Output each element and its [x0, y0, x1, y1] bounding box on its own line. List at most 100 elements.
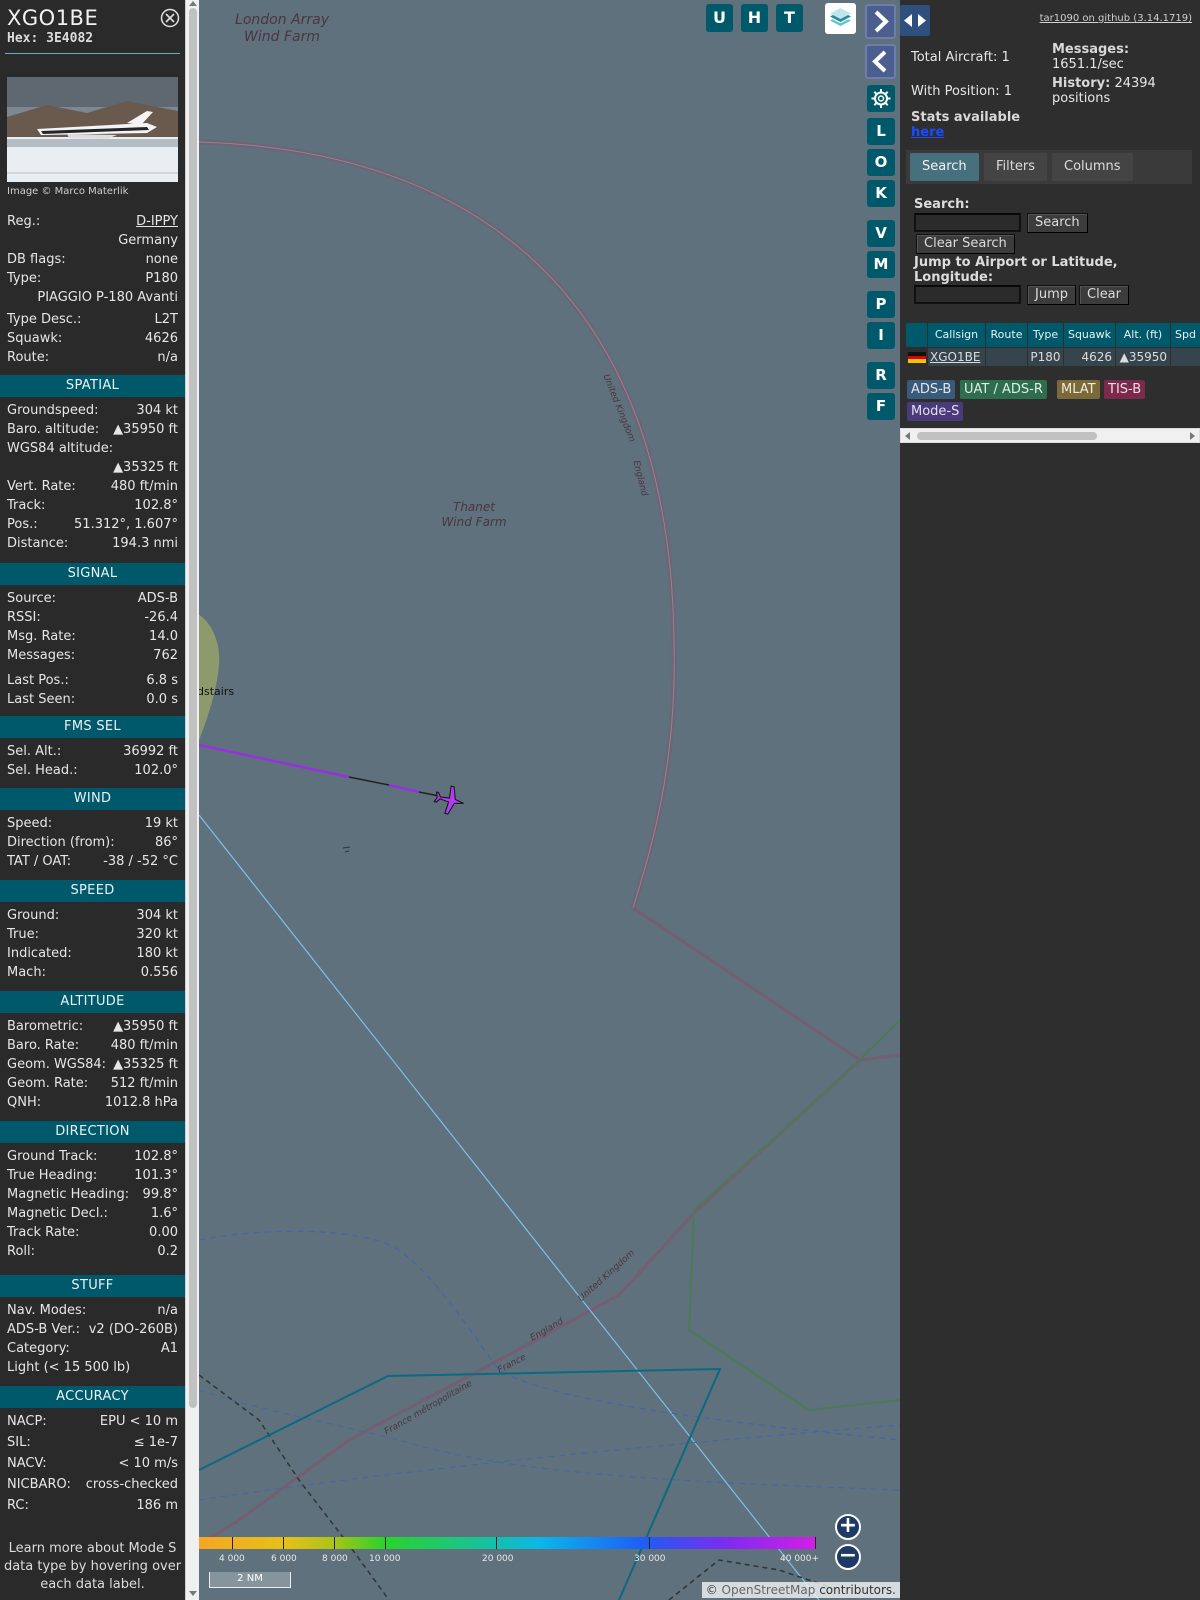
table-horizontal-scrollbar[interactable]: [900, 428, 1200, 443]
toggle-h-button[interactable]: H: [741, 4, 768, 32]
toggle-i-button[interactable]: I: [867, 322, 895, 349]
info-label[interactable]: TAT / OAT:: [7, 853, 71, 871]
info-label[interactable]: DB flags:: [7, 251, 66, 269]
jump-input[interactable]: [914, 285, 1021, 304]
zoom-out-button[interactable]: −: [835, 1544, 861, 1570]
registration-link[interactable]: D-IPPY: [136, 213, 178, 231]
osm-link[interactable]: OpenStreetMap: [722, 1583, 816, 1597]
map-view[interactable]: London Array Wind Farm Thanet Wind Farm …: [199, 0, 900, 1600]
toggle-k-button[interactable]: K: [867, 180, 895, 207]
info-label[interactable]: Baro. Rate:: [7, 1037, 79, 1055]
aircraft-photo[interactable]: [7, 77, 178, 182]
info-label[interactable]: Sel. Alt.:: [7, 743, 61, 761]
table-header-speed[interactable]: Spd: [1171, 323, 1200, 347]
info-label[interactable]: Roll:: [7, 1243, 35, 1261]
info-label[interactable]: Groundspeed:: [7, 402, 98, 420]
info-label[interactable]: Barometric:: [7, 1018, 83, 1036]
info-label[interactable]: Last Pos.:: [7, 672, 69, 690]
info-label[interactable]: True:: [7, 926, 39, 944]
toggle-f-button[interactable]: F: [867, 393, 895, 420]
table-header-type[interactable]: Type: [1028, 323, 1064, 347]
info-label[interactable]: NACP:: [7, 1413, 47, 1431]
info-label[interactable]: Nav. Modes:: [7, 1302, 86, 1320]
table-header-route[interactable]: Route: [986, 323, 1028, 347]
info-label[interactable]: RC:: [7, 1497, 29, 1515]
info-label[interactable]: RSSI:: [7, 609, 41, 627]
info-label[interactable]: SIL:: [7, 1434, 31, 1452]
info-label[interactable]: Baro. altitude:: [7, 421, 99, 439]
toggle-r-button[interactable]: R: [867, 362, 895, 389]
scrollbar-thumb[interactable]: [189, 8, 197, 1408]
info-label[interactable]: Last Seen:: [7, 691, 75, 709]
info-label[interactable]: Magnetic Heading:: [7, 1186, 129, 1204]
info-label[interactable]: Geom. Rate:: [7, 1075, 88, 1093]
expand-sidebar-button[interactable]: [865, 4, 896, 39]
toggle-v-button[interactable]: V: [867, 220, 895, 247]
info-label[interactable]: Direction (from):: [7, 834, 115, 852]
info-label[interactable]: Speed:: [7, 815, 52, 833]
jump-button[interactable]: Jump: [1027, 285, 1076, 305]
settings-button[interactable]: [867, 85, 895, 112]
tab-search[interactable]: Search: [910, 153, 979, 181]
info-label[interactable]: Distance:: [7, 535, 68, 553]
info-label[interactable]: Pos.:: [7, 516, 38, 534]
search-input[interactable]: [914, 213, 1021, 232]
source-modes-badge[interactable]: Mode-S: [907, 402, 964, 421]
info-label[interactable]: QNH:: [7, 1094, 41, 1112]
info-label[interactable]: NACV:: [7, 1455, 47, 1473]
stats-here-link[interactable]: here: [911, 125, 944, 140]
info-label[interactable]: Msg. Rate:: [7, 628, 76, 646]
info-label[interactable]: Type Desc.:: [7, 311, 81, 329]
toggle-l-button[interactable]: L: [867, 118, 895, 145]
scroll-left-icon[interactable]: [905, 432, 910, 440]
scroll-up-icon[interactable]: [189, 1, 197, 6]
info-label[interactable]: Indicated:: [7, 945, 72, 963]
info-label[interactable]: Track:: [7, 497, 45, 515]
info-panel-scrollbar[interactable]: [185, 0, 199, 1600]
layers-button[interactable]: [825, 3, 856, 34]
collapse-sidebar-button[interactable]: [865, 44, 896, 79]
toggle-m-button[interactable]: M: [867, 251, 895, 278]
zoom-in-button[interactable]: +: [835, 1514, 861, 1540]
toggle-u-button[interactable]: U: [706, 4, 733, 32]
horizontal-scroll-thumb[interactable]: [917, 432, 1097, 440]
source-adsb-badge[interactable]: ADS-B: [907, 380, 956, 399]
tab-columns[interactable]: Columns: [1052, 153, 1133, 181]
clear-jump-button[interactable]: Clear: [1079, 285, 1129, 305]
toggle-t-button[interactable]: T: [776, 4, 803, 32]
info-label[interactable]: Geom. WGS84:: [7, 1056, 106, 1074]
info-label[interactable]: Route:: [7, 349, 49, 367]
info-label[interactable]: Track Rate:: [7, 1224, 79, 1242]
info-label[interactable]: Reg.:: [7, 213, 40, 231]
table-header-squawk[interactable]: Squawk: [1064, 323, 1116, 347]
info-label[interactable]: NICBARO:: [7, 1476, 71, 1494]
info-label[interactable]: Mach:: [7, 964, 46, 982]
info-label[interactable]: Light (< 15 500 lb): [7, 1359, 130, 1377]
info-label[interactable]: WGS84 altitude:: [7, 440, 113, 458]
info-label[interactable]: ADS-B Ver.:: [7, 1321, 80, 1339]
scroll-right-icon[interactable]: [1190, 432, 1195, 440]
tab-filters[interactable]: Filters: [984, 153, 1047, 181]
scroll-down-icon[interactable]: [189, 1591, 197, 1596]
info-label[interactable]: Magnetic Decl.:: [7, 1205, 108, 1223]
github-link[interactable]: tar1090 on github (3.14.1719): [1040, 13, 1192, 24]
info-label[interactable]: Squawk:: [7, 330, 62, 348]
info-label[interactable]: Vert. Rate:: [7, 478, 76, 496]
info-label[interactable]: Source:: [7, 590, 56, 608]
clear-search-button[interactable]: Clear Search: [916, 234, 1015, 254]
info-label[interactable]: Sel. Head.:: [7, 762, 78, 780]
info-label[interactable]: Messages:: [7, 647, 75, 665]
info-label[interactable]: Type:: [7, 270, 41, 288]
info-label[interactable]: Category:: [7, 1340, 70, 1358]
source-uat-badge[interactable]: UAT / ADS-R: [960, 380, 1047, 399]
toggle-o-button[interactable]: O: [867, 149, 895, 176]
info-label[interactable]: Ground Track:: [7, 1148, 97, 1166]
info-label[interactable]: True Heading:: [7, 1167, 97, 1185]
source-tisb-badge[interactable]: TIS-B: [1104, 380, 1146, 399]
table-header-altitude[interactable]: Alt. (ft): [1116, 323, 1171, 347]
info-label[interactable]: Ground:: [7, 907, 59, 925]
table-header-callsign[interactable]: Callsign: [928, 323, 986, 347]
search-button[interactable]: Search: [1027, 213, 1088, 233]
toggle-p-button[interactable]: P: [867, 291, 895, 318]
toggle-sidebar-width-button[interactable]: [900, 5, 930, 36]
